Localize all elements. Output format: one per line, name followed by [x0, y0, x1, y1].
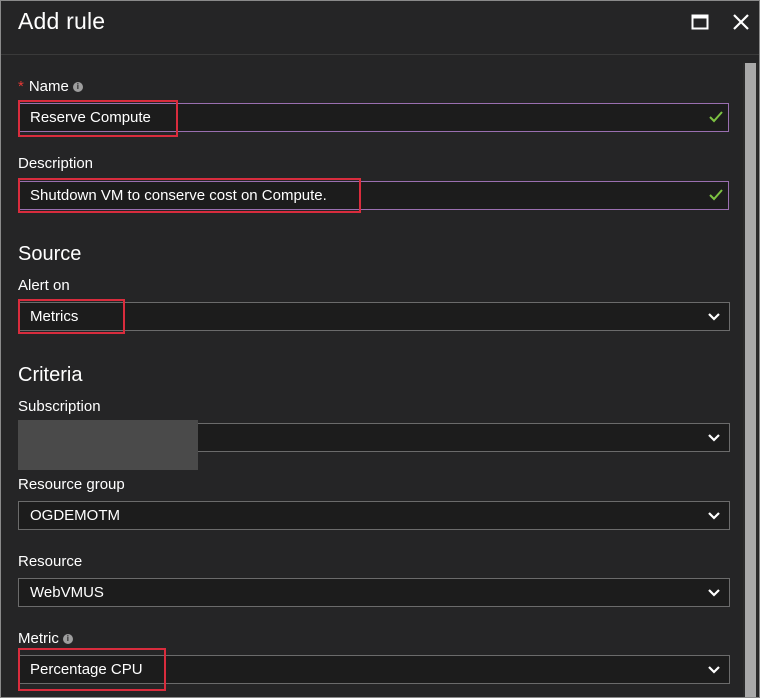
resource-group-value: OGDEMOTM [30, 507, 120, 524]
description-input[interactable]: Shutdown VM to conserve cost on Compute. [18, 181, 729, 210]
info-icon[interactable]: i [72, 82, 83, 93]
resource-group-label: Resource group [18, 476, 125, 493]
name-label: * Name i [18, 78, 83, 95]
checkmark-icon [709, 189, 723, 201]
criteria-section-title: Criteria [18, 364, 83, 386]
resource-select[interactable]: WebVMUS [18, 578, 730, 607]
resource-value: WebVMUS [30, 584, 104, 601]
resource-label: Resource [18, 553, 83, 570]
alert-on-value: Metrics [30, 308, 79, 325]
redacted-subscription-block [18, 420, 198, 470]
info-icon[interactable]: i [62, 634, 73, 645]
scrollbar-thumb[interactable] [745, 63, 756, 697]
chevron-down-icon [708, 313, 720, 321]
close-button[interactable] [732, 13, 750, 31]
metric-select[interactable]: Percentage CPU [18, 655, 730, 684]
maximize-icon [691, 14, 709, 30]
chevron-down-icon [708, 589, 720, 597]
resource-group-select[interactable]: OGDEMOTM [18, 501, 730, 530]
close-icon [733, 14, 749, 30]
description-label: Description [18, 155, 94, 172]
source-section-title: Source [18, 243, 82, 265]
chevron-down-icon [708, 512, 720, 520]
chevron-down-icon [708, 434, 720, 442]
add-rule-blade: Add rule * Name i Reserve Compute Descript… [0, 0, 760, 698]
maximize-button[interactable] [691, 13, 709, 31]
description-value: Shutdown VM to conserve cost on Compute. [30, 187, 327, 204]
name-label-text: Name [28, 78, 69, 95]
chevron-down-icon [708, 666, 720, 674]
subscription-label: Subscription [18, 398, 101, 415]
name-input[interactable]: Reserve Compute [18, 103, 729, 132]
alert-on-label: Alert on [18, 277, 70, 294]
blade-title: Add rule [18, 8, 106, 34]
checkmark-icon [709, 111, 723, 123]
name-value: Reserve Compute [30, 109, 151, 126]
metric-label-text: Metric [18, 630, 59, 647]
header-divider [1, 54, 759, 55]
metric-value: Percentage CPU [30, 661, 143, 678]
metric-label: Metric i [18, 630, 73, 647]
required-marker: * [18, 78, 24, 95]
alert-on-select[interactable]: Metrics [18, 302, 730, 331]
